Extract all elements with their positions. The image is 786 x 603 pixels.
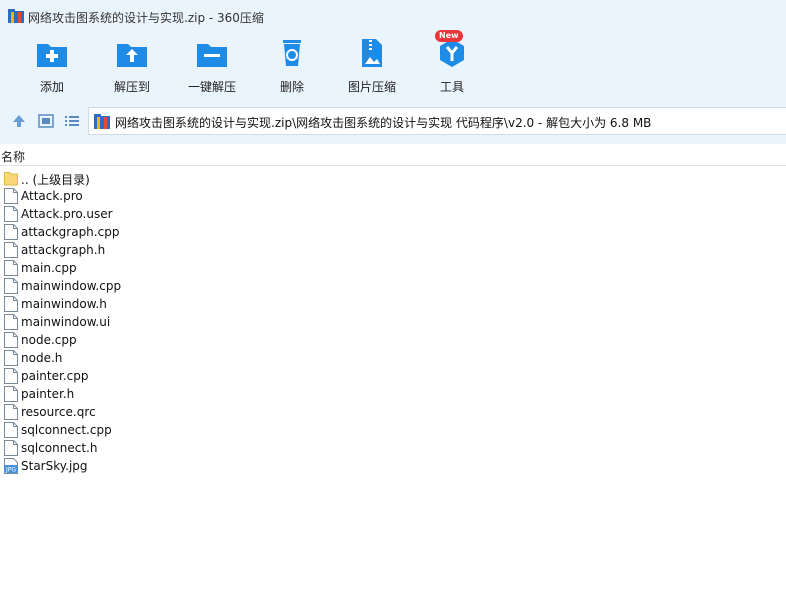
address-bar[interactable]: 网络攻击图系统的设计与实现.zip\网络攻击图系统的设计与实现 代码程序\v2.… [88,107,786,135]
list-item[interactable]: mainwindow.h [0,295,786,313]
file-name: node.h [21,351,63,365]
file-name: main.cpp [21,261,77,275]
extract-to-button[interactable]: 解压到 [97,36,167,98]
file-icon [4,296,18,312]
add-label: 添加 [39,80,64,94]
file-icon [4,404,18,420]
top-panel: 网络攻击图系统的设计与实现.zip - 360压缩 添加 解压到 一键解压 删除… [0,0,786,144]
window-title: 网络攻击图系统的设计与实现.zip - 360压缩 [28,11,264,25]
file-icon [4,260,18,276]
new-badge: New [435,30,463,42]
toolbar: 添加 解压到 一键解压 删除 图片压缩 New 工具 [0,30,786,98]
list-item[interactable]: mainwindow.cpp [0,277,786,295]
file-icon [4,440,18,456]
extract-to-icon [117,44,147,67]
list-item[interactable]: .. (上级目录) [0,169,786,187]
file-icon [4,224,18,240]
tools-label: 工具 [439,80,464,94]
folder-icon [4,172,18,186]
archive-app-icon [8,9,24,23]
list-item[interactable]: Attack.pro.user [0,205,786,223]
list-item[interactable]: mainwindow.ui [0,313,786,331]
file-name: mainwindow.h [21,297,107,311]
file-name: attackgraph.cpp [21,225,120,239]
add-button[interactable]: 添加 [17,36,87,98]
file-icon [4,350,18,366]
thumbnail-view-icon[interactable] [38,113,54,129]
delete-icon [283,40,301,66]
list-item[interactable]: Attack.pro [0,187,786,205]
file-name: Attack.pro.user [21,207,113,221]
file-list: 名称 .. (上级目录) Attack.pro Attack.pro.user att… [0,144,786,603]
one-click-extract-icon [197,44,227,67]
file-name: node.cpp [21,333,77,347]
file-icon [4,206,18,222]
list-item[interactable]: resource.qrc [0,403,786,421]
add-icon [37,44,67,67]
file-name: mainwindow.cpp [21,279,122,293]
up-arrow-icon[interactable] [11,113,27,129]
file-name: mainwindow.ui [21,315,111,329]
name-column-header[interactable]: 名称 [1,148,25,165]
archive-icon [94,114,110,129]
file-name: .. (上级目录) [21,173,90,187]
file-icon [4,242,18,258]
one-click-extract-button[interactable]: 一键解压 [177,36,247,98]
file-icon [4,314,18,330]
file-name: resource.qrc [21,405,96,419]
image-compress-button[interactable]: 图片压缩 [337,36,407,98]
file-name: painter.cpp [21,369,89,383]
image-compress-icon [362,39,382,67]
list-view-icon[interactable] [64,113,80,129]
file-name: attackgraph.h [21,243,106,257]
address-path: 网络攻击图系统的设计与实现.zip\网络攻击图系统的设计与实现 代码程序\v2.… [115,116,652,130]
column-header: 名称 [0,144,786,166]
file-icon [4,422,18,438]
list-item[interactable]: node.cpp [0,331,786,349]
list-item[interactable]: painter.cpp [0,367,786,385]
image-compress-label: 图片压缩 [347,80,396,94]
file-name: Attack.pro [21,189,83,203]
list-item[interactable]: main.cpp [0,259,786,277]
title-bar: 网络攻击图系统的设计与实现.zip - 360压缩 [0,0,786,30]
file-name: StarSky.jpg [21,459,88,473]
navigation-bar: 网络攻击图系统的设计与实现.zip\网络攻击图系统的设计与实现 代码程序\v2.… [0,107,786,135]
jpg-file-icon: JPG [4,458,18,474]
file-name: sqlconnect.cpp [21,423,112,437]
list-item[interactable]: attackgraph.cpp [0,223,786,241]
file-icon [4,368,18,384]
list-item[interactable]: attackgraph.h [0,241,786,259]
delete-button[interactable]: 删除 [257,36,327,98]
file-name: painter.h [21,387,75,401]
file-icon [4,386,18,402]
delete-label: 删除 [279,80,304,94]
list-item[interactable]: sqlconnect.h [0,439,786,457]
file-name: sqlconnect.h [21,441,98,455]
file-icon [4,188,18,204]
list-item[interactable]: sqlconnect.cpp [0,421,786,439]
file-icon [4,332,18,348]
file-rows: .. (上级目录) Attack.pro Attack.pro.user attack… [0,169,786,475]
one-click-extract-label: 一键解压 [187,80,236,94]
list-item[interactable]: JPG StarSky.jpg [0,457,786,475]
tools-button[interactable]: New 工具 [417,30,487,98]
list-item[interactable]: node.h [0,349,786,367]
file-icon [4,278,18,294]
list-item[interactable]: painter.h [0,385,786,403]
jpg-badge: JPG [5,466,16,473]
extract-to-label: 解压到 [113,80,150,94]
